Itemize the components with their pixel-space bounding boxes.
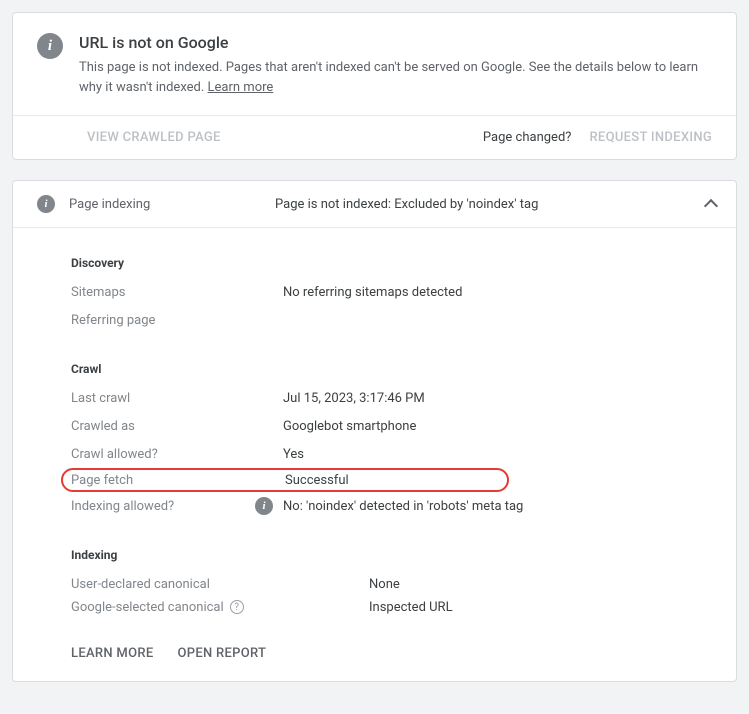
last-crawl-row: Last crawl Jul 15, 2023, 3:17:46 PM — [71, 384, 712, 412]
accordion-title: Page indexing — [69, 197, 261, 212]
crawled-as-value: Googlebot smartphone — [283, 419, 416, 434]
crawled-as-row: Crawled as Googlebot smartphone — [71, 412, 712, 440]
info-icon: i — [37, 33, 63, 59]
status-card: i URL is not on Google This page is not … — [12, 12, 737, 160]
indexing-allowed-valuecol: i No: 'noindex' detected in 'robots' met… — [283, 497, 523, 515]
status-description: This page is not indexed. Pages that are… — [79, 58, 712, 97]
open-report-button[interactable]: Open report — [177, 646, 266, 661]
accordion-header[interactable]: i Page indexing Page is not indexed: Exc… — [13, 181, 736, 228]
indexing-allowed-row: Indexing allowed? i No: 'noindex' detect… — [71, 492, 712, 520]
indexing-header: Indexing — [71, 520, 712, 570]
user-canonical-label-text: User-declared canonical — [71, 577, 210, 592]
page-fetch-row: Page fetch Successful — [61, 468, 509, 492]
crawled-as-label: Crawled as — [71, 419, 283, 434]
indexing-allowed-label: Indexing allowed? — [71, 499, 283, 514]
user-canonical-value: None — [369, 577, 400, 592]
google-canonical-label: Google-selected canonical ? — [71, 600, 283, 615]
status-desc-text: This page is not indexed. Pages that are… — [79, 60, 698, 95]
google-canonical-label-text: Google-selected canonical — [71, 600, 224, 615]
crawl-allowed-label: Crawl allowed? — [71, 447, 283, 462]
referring-page-label: Referring page — [71, 313, 283, 328]
indexing-allowed-value: No: 'noindex' detected in 'robots' meta … — [283, 499, 523, 514]
footer-actions: Learn more Open report — [13, 626, 736, 681]
learn-more-link[interactable]: Learn more — [208, 80, 274, 95]
google-canonical-row: Google-selected canonical ? Inspected UR… — [71, 598, 712, 626]
crawl-header: Crawl — [71, 334, 712, 384]
sitemaps-row: Sitemaps No referring sitemaps detected — [71, 278, 712, 306]
referring-page-row: Referring page — [71, 306, 712, 334]
page-changed-label: Page changed? — [483, 130, 572, 145]
accordion-panel: Discovery Sitemaps No referring sitemaps… — [13, 228, 736, 626]
sitemaps-value: No referring sitemaps detected — [283, 285, 462, 300]
action-row: View crawled page Page changed? Request … — [13, 116, 736, 159]
status-text: URL is not on Google This page is not in… — [79, 33, 712, 97]
help-icon[interactable]: ? — [230, 600, 244, 614]
sitemaps-label: Sitemaps — [71, 285, 283, 300]
info-icon[interactable]: i — [255, 497, 273, 515]
last-crawl-label: Last crawl — [71, 391, 283, 406]
discovery-header: Discovery — [71, 228, 712, 278]
accordion-status: Page is not indexed: Excluded by 'noinde… — [275, 197, 692, 212]
user-canonical-label: User-declared canonical — [71, 577, 283, 592]
last-crawl-value: Jul 15, 2023, 3:17:46 PM — [283, 391, 425, 406]
view-crawled-page-button[interactable]: View crawled page — [87, 130, 221, 145]
page-fetch-label: Page fetch — [71, 473, 285, 488]
status-row: i URL is not on Google This page is not … — [13, 13, 736, 115]
page-fetch-value: Successful — [285, 473, 349, 488]
request-indexing-button[interactable]: Request indexing — [589, 130, 712, 145]
status-title: URL is not on Google — [79, 33, 712, 52]
action-right: Page changed? Request indexing — [483, 130, 712, 145]
chevron-up-icon — [704, 199, 718, 213]
crawl-allowed-value: Yes — [283, 447, 304, 462]
user-canonical-row: User-declared canonical None — [71, 570, 712, 598]
google-canonical-value: Inspected URL — [369, 600, 453, 615]
crawl-allowed-row: Crawl allowed? Yes — [71, 440, 712, 468]
learn-more-button[interactable]: Learn more — [71, 646, 153, 661]
info-icon: i — [37, 195, 55, 213]
page-indexing-card: i Page indexing Page is not indexed: Exc… — [12, 180, 737, 682]
